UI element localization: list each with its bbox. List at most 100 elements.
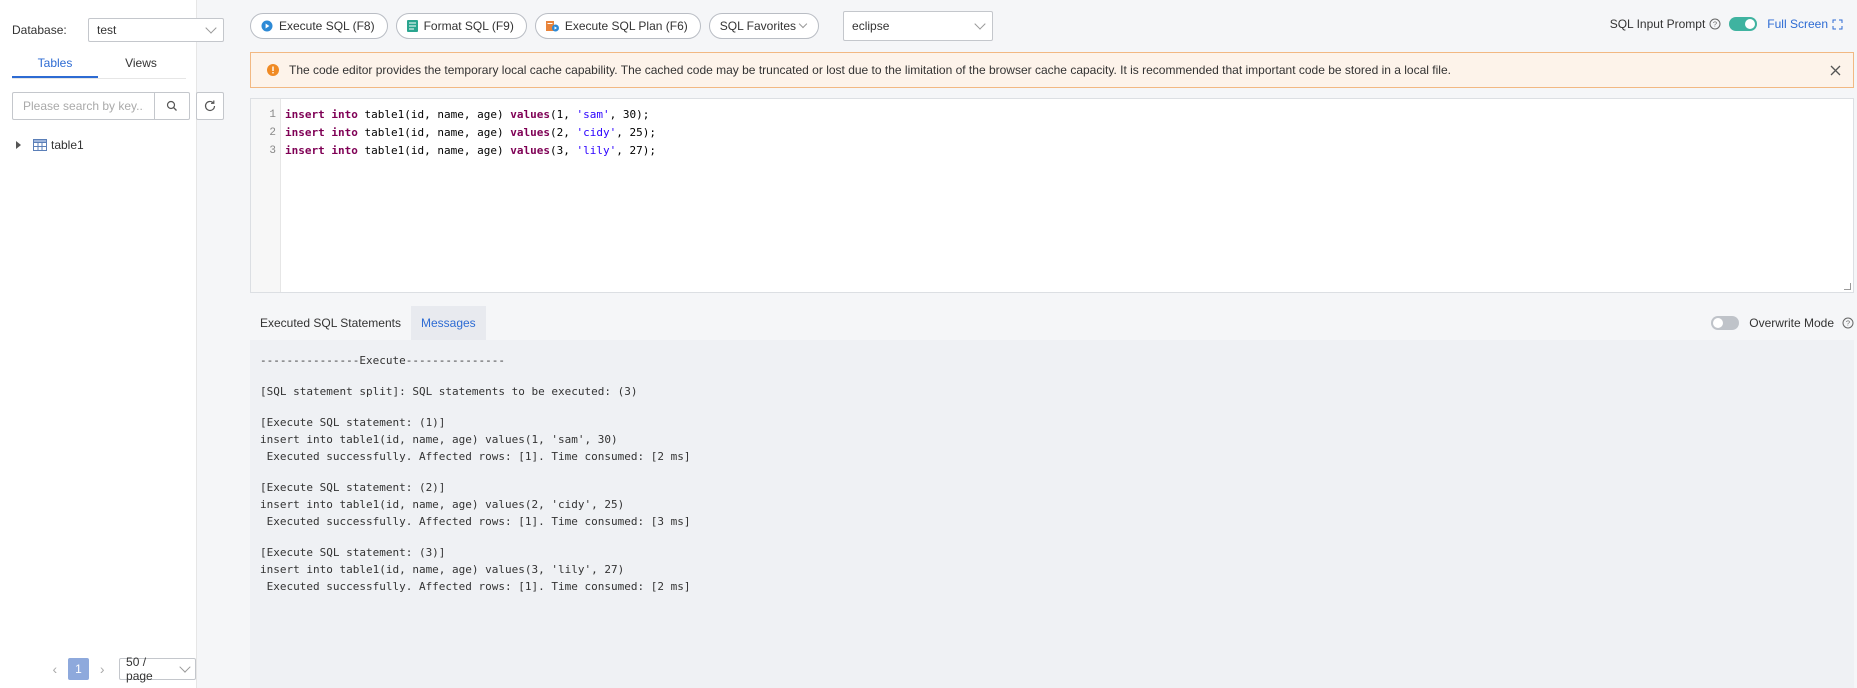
search-box [12, 92, 190, 120]
sql-favorites-label: SQL Favorites [719, 19, 797, 33]
sql-favorites-dropdown[interactable]: SQL Favorites [708, 13, 820, 39]
editor-theme-value: eclipse [852, 19, 890, 33]
tab-views[interactable]: Views [98, 52, 184, 78]
statement-sql: insert into table1(id, name, age) values… [260, 433, 618, 446]
code-keyword: values [510, 144, 550, 157]
line-number: 2 [269, 127, 276, 139]
tree-item-label: table1 [51, 138, 84, 152]
overwrite-mode-toggle[interactable] [1711, 316, 1740, 330]
tab-executed-sql-statements[interactable]: Executed SQL Statements [250, 306, 411, 340]
split-message: [SQL statement split]: SQL statements to… [260, 385, 638, 398]
format-icon [406, 20, 418, 32]
code-string: 'sam' [576, 108, 610, 121]
statement-sql: insert into table1(id, name, age) values… [260, 498, 625, 511]
code-area[interactable]: insert into table1(id, name, age) values… [281, 99, 656, 292]
page-size-value: 50 / page [126, 655, 153, 683]
chevron-down-icon [179, 661, 191, 673]
code-line: insert into table1(id, name, age) values… [285, 142, 656, 160]
full-screen-label: Full Screen [1767, 17, 1828, 31]
play-icon [261, 20, 273, 32]
code-string: 'lily' [576, 144, 617, 157]
prev-page-icon[interactable]: ‹ [46, 661, 64, 677]
top-right-controls: SQL Input Prompt ? Full Screen [1610, 17, 1843, 31]
sidebar: Database: test Tables Views table1 ‹ 1 ›… [0, 0, 224, 688]
fullscreen-icon [1832, 19, 1843, 29]
code-string: 'cidy' [576, 126, 617, 139]
refresh-icon [204, 100, 216, 112]
execute-header: ---------------Execute--------------- [260, 354, 506, 367]
sql-editor[interactable]: 1 2 3 insert into table1(id, name, age) … [250, 98, 1854, 293]
close-icon[interactable] [1817, 65, 1853, 76]
code-text: , 30); [609, 108, 650, 121]
code-text: , 27); [616, 144, 656, 157]
code-keyword: insert [285, 126, 325, 139]
code-text: table1(id, name, age) [357, 144, 511, 157]
editor-theme-select[interactable]: eclipse [843, 11, 994, 41]
tab-tables[interactable]: Tables [12, 52, 98, 78]
expand-arrow-icon[interactable] [16, 141, 21, 149]
sql-input-prompt-toggle[interactable] [1729, 17, 1758, 31]
table-icon [33, 139, 47, 151]
search-icon [166, 100, 177, 111]
format-sql-label: Format SQL (F9) [423, 19, 514, 33]
statement-result: Executed successfully. Affected rows: [1… [260, 450, 691, 463]
object-tabs: Tables Views [12, 52, 186, 79]
statement-result: Executed successfully. Affected rows: [1… [260, 580, 691, 593]
code-line: insert into table1(id, name, age) values… [285, 106, 656, 124]
statement-result: Executed successfully. Affected rows: [1… [260, 515, 691, 528]
database-row: Database: test [12, 18, 224, 42]
svg-text:?: ? [1713, 20, 1717, 29]
help-icon[interactable]: ? [1842, 317, 1854, 329]
cache-notice-banner: The code editor provides the temporary l… [250, 52, 1854, 88]
code-text: (2, [549, 126, 577, 139]
svg-text:?: ? [1846, 319, 1850, 328]
search-input[interactable] [13, 99, 154, 113]
statement-title: [Execute SQL statement: (3)] [260, 546, 446, 559]
line-number: 1 [269, 109, 276, 121]
code-keyword: into [331, 126, 358, 139]
toolbar: Execute SQL (F8) Format SQL (F9) Execute… [250, 11, 994, 41]
pagination: ‹ 1 › 50 / page [46, 655, 196, 683]
line-number: 3 [269, 145, 276, 157]
database-value: test [97, 23, 117, 37]
sql-input-prompt-label: SQL Input Prompt [1609, 17, 1706, 31]
statement-title: [Execute SQL statement: (2)] [260, 481, 446, 494]
plan-icon [545, 20, 559, 32]
tab-messages[interactable]: Messages [410, 306, 486, 340]
page-number[interactable]: 1 [67, 658, 90, 680]
chevron-down-icon [798, 19, 808, 29]
warning-icon [267, 64, 279, 76]
database-label: Database: [12, 23, 67, 37]
search-row [12, 92, 224, 120]
statement-sql: insert into table1(id, name, age) values… [260, 563, 625, 576]
execute-sql-button[interactable]: Execute SQL (F8) [250, 13, 388, 39]
results-tabs: Executed SQL Statements Messages Overwri… [250, 306, 1854, 340]
next-page-icon[interactable]: › [93, 661, 111, 677]
code-keyword: into [331, 144, 358, 157]
statement-title: [Execute SQL statement: (1)] [260, 416, 446, 429]
notice-text: The code editor provides the temporary l… [289, 63, 1451, 77]
execute-sql-plan-label: Execute SQL Plan (F6) [564, 19, 688, 33]
code-text: , 25); [616, 126, 656, 139]
help-icon[interactable]: ? [1709, 18, 1721, 30]
chevron-down-icon [974, 18, 986, 30]
database-select[interactable]: test [88, 18, 224, 42]
code-text: table1(id, name, age) [357, 108, 511, 121]
line-number-gutter: 1 2 3 [251, 99, 281, 292]
overwrite-mode-label: Overwrite Mode [1749, 316, 1834, 330]
code-text: (3, [549, 144, 577, 157]
execute-sql-label: Execute SQL (F8) [279, 19, 375, 33]
format-sql-button[interactable]: Format SQL (F9) [395, 13, 527, 39]
tree-item-table1[interactable]: table1 [16, 138, 84, 152]
refresh-button[interactable] [196, 92, 224, 120]
code-keyword: values [510, 108, 550, 121]
overwrite-mode-control: Overwrite Mode ? [1711, 316, 1854, 330]
code-keyword: into [331, 108, 358, 121]
full-screen-button[interactable]: Full Screen [1767, 17, 1843, 31]
page-size-select[interactable]: 50 / page [119, 655, 196, 683]
code-text: (1, [549, 108, 577, 121]
resize-handle[interactable] [1844, 283, 1851, 290]
execute-sql-plan-button[interactable]: Execute SQL Plan (F6) [534, 13, 701, 39]
search-button[interactable] [154, 93, 189, 119]
code-keyword: insert [285, 108, 325, 121]
